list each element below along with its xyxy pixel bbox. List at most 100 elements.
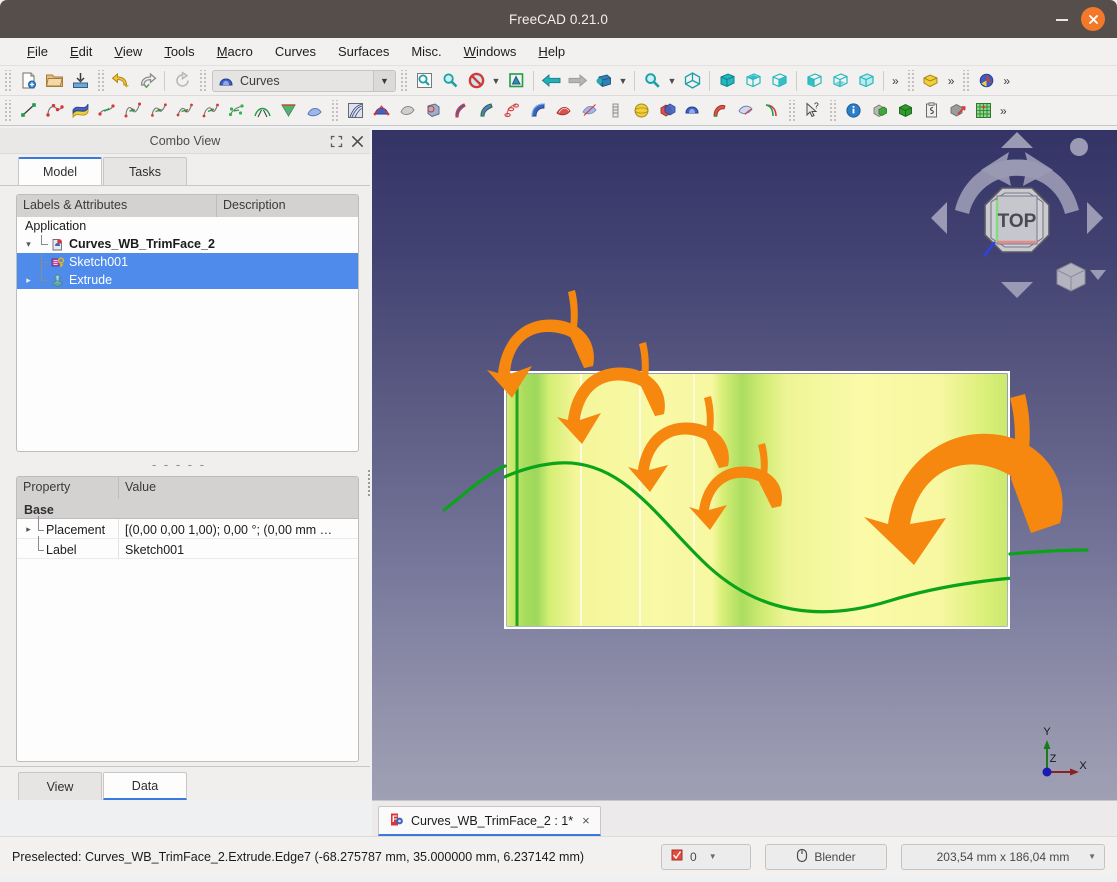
fit-all-button[interactable] xyxy=(411,68,437,94)
chevron-down-icon[interactable]: ▼ xyxy=(1088,852,1096,861)
new-document-button[interactable] xyxy=(15,68,41,94)
curves-surface-button[interactable] xyxy=(301,98,327,124)
surf-boolean-button[interactable] xyxy=(654,98,680,124)
menu-help[interactable]: Help xyxy=(527,41,576,62)
misc-profile-button[interactable] xyxy=(706,98,732,124)
draw-style-dropdown[interactable]: ▼ xyxy=(489,68,503,94)
top-view-button[interactable] xyxy=(740,68,766,94)
info-button[interactable] xyxy=(840,98,866,124)
transform-button[interactable] xyxy=(944,98,970,124)
axonometric-view-button[interactable] xyxy=(590,68,616,94)
toolbar-overflow-3[interactable]: » xyxy=(999,74,1014,88)
curves-trim-face-button[interactable] xyxy=(275,98,301,124)
toolbar-grip[interactable] xyxy=(961,69,971,92)
rear-view-button[interactable] xyxy=(801,68,827,94)
close-panel-icon[interactable] xyxy=(351,135,364,148)
chevron-down-icon[interactable]: ▼ xyxy=(373,70,395,91)
grid-button[interactable] xyxy=(970,98,996,124)
green-box-button[interactable] xyxy=(892,98,918,124)
surf-pipeshell-profile-button[interactable] xyxy=(524,98,550,124)
property-value[interactable]: Sketch001 xyxy=(119,539,358,558)
panel-splitter[interactable] xyxy=(367,468,371,506)
view-dropdown[interactable]: ▼ xyxy=(616,68,630,94)
surf-flatten-button[interactable] xyxy=(420,98,446,124)
toolbar-grip[interactable] xyxy=(3,69,12,92)
tree-node-extrude[interactable]: ▸ Extrude xyxy=(17,271,358,289)
save-document-button[interactable] xyxy=(67,68,93,94)
surf-pipeshell-button[interactable] xyxy=(498,98,524,124)
front-view-button[interactable] xyxy=(714,68,740,94)
toolbar-grip[interactable] xyxy=(3,99,12,122)
curves-bspline-button[interactable] xyxy=(41,98,67,124)
misc-curve1-button[interactable] xyxy=(680,98,706,124)
property-row-label[interactable]: Label Sketch001 xyxy=(17,535,358,559)
menu-misc[interactable]: Misc. xyxy=(400,41,452,62)
panel-separator[interactable]: - - - - - xyxy=(0,452,370,476)
curves-parametric-button[interactable] xyxy=(197,98,223,124)
part-box-button[interactable] xyxy=(866,98,892,124)
navigation-cube[interactable]: TOP xyxy=(927,130,1107,305)
misc-dev-button[interactable] xyxy=(758,98,784,124)
surf-ruled-button[interactable] xyxy=(446,98,472,124)
measure-button[interactable] xyxy=(973,68,999,94)
tab-tasks[interactable]: Tasks xyxy=(103,157,187,185)
fit-selection-button[interactable] xyxy=(437,68,463,94)
curves-approximate-button[interactable] xyxy=(145,98,171,124)
toolbar-grip[interactable] xyxy=(399,69,408,92)
curves-discretize-button[interactable] xyxy=(119,98,145,124)
property-row-placement[interactable]: ▸ Placement [(0,00 0,00 1,00); 0,00 °; (… xyxy=(17,515,358,539)
property-column-name[interactable]: Property xyxy=(17,477,119,499)
tab-model[interactable]: Model xyxy=(18,157,102,185)
tree-node-document[interactable]: ▾ Curves_WB_TrimFace_2 xyxy=(17,235,358,253)
bottom-view-button[interactable] xyxy=(827,68,853,94)
curves-join-button[interactable] xyxy=(93,98,119,124)
isometric-view-button[interactable] xyxy=(679,68,705,94)
surf-gordon-button[interactable] xyxy=(394,98,420,124)
curves-line-button[interactable] xyxy=(15,98,41,124)
property-column-value[interactable]: Value xyxy=(119,477,358,499)
toolbar-grip[interactable] xyxy=(828,99,837,122)
tree-column-description[interactable]: Description xyxy=(217,195,358,217)
surf-sphere-button[interactable] xyxy=(628,98,654,124)
toolbar-grip[interactable] xyxy=(96,69,105,92)
chevron-down-icon[interactable]: ▾ xyxy=(22,239,35,250)
chevron-right-icon[interactable]: ▸ xyxy=(23,524,34,535)
menu-tools[interactable]: Tools xyxy=(153,41,205,62)
toolbar-grip[interactable] xyxy=(787,99,796,122)
chevron-down-icon[interactable]: ▼ xyxy=(709,852,717,861)
zoom-dropdown[interactable]: ▼ xyxy=(665,68,679,94)
curves-sketch-on-surface-button[interactable] xyxy=(223,98,249,124)
menu-file[interactable]: File xyxy=(16,41,59,62)
toolbar-grip[interactable] xyxy=(905,69,915,92)
3d-viewport[interactable]: TOP Y X Z xyxy=(372,130,1117,800)
draw-style-button[interactable] xyxy=(463,68,489,94)
tab-view[interactable]: View xyxy=(18,772,102,800)
tree-column-labels[interactable]: Labels & Attributes xyxy=(17,195,217,217)
forward-button[interactable] xyxy=(564,68,590,94)
surf-sweep-button[interactable] xyxy=(472,98,498,124)
right-view-button[interactable] xyxy=(766,68,792,94)
clipboard-button[interactable] xyxy=(918,98,944,124)
refresh-button[interactable] xyxy=(169,68,195,94)
surf-slice-button[interactable] xyxy=(602,98,628,124)
toolbar-overflow-2[interactable]: » xyxy=(944,74,959,88)
toolbar-overflow-1[interactable]: » xyxy=(888,74,903,88)
surf-trim-button[interactable] xyxy=(576,98,602,124)
menu-macro[interactable]: Macro xyxy=(206,41,264,62)
undo-button[interactable] xyxy=(108,68,134,94)
curves-interpolate-button[interactable] xyxy=(171,98,197,124)
property-group-base[interactable]: Base xyxy=(17,499,358,519)
menu-edit[interactable]: Edit xyxy=(59,41,103,62)
surf-gordon-net-button[interactable] xyxy=(550,98,576,124)
property-value[interactable]: [(0,00 0,00 1,00); 0,00 °; (0,00 mm … xyxy=(119,519,358,538)
left-view-button[interactable] xyxy=(853,68,879,94)
toolbar-grip[interactable] xyxy=(330,99,339,122)
menu-surfaces[interactable]: Surfaces xyxy=(327,41,400,62)
toolbar-overflow-4[interactable]: » xyxy=(996,104,1011,118)
misc-zebra-button[interactable] xyxy=(732,98,758,124)
menu-curves[interactable]: Curves xyxy=(264,41,327,62)
minimize-button[interactable] xyxy=(1055,12,1069,26)
bounding-box-button[interactable] xyxy=(503,68,529,94)
document-tab[interactable]: F Curves_WB_TrimFace_2 : 1* × xyxy=(378,806,601,836)
menu-view[interactable]: View xyxy=(103,41,153,62)
